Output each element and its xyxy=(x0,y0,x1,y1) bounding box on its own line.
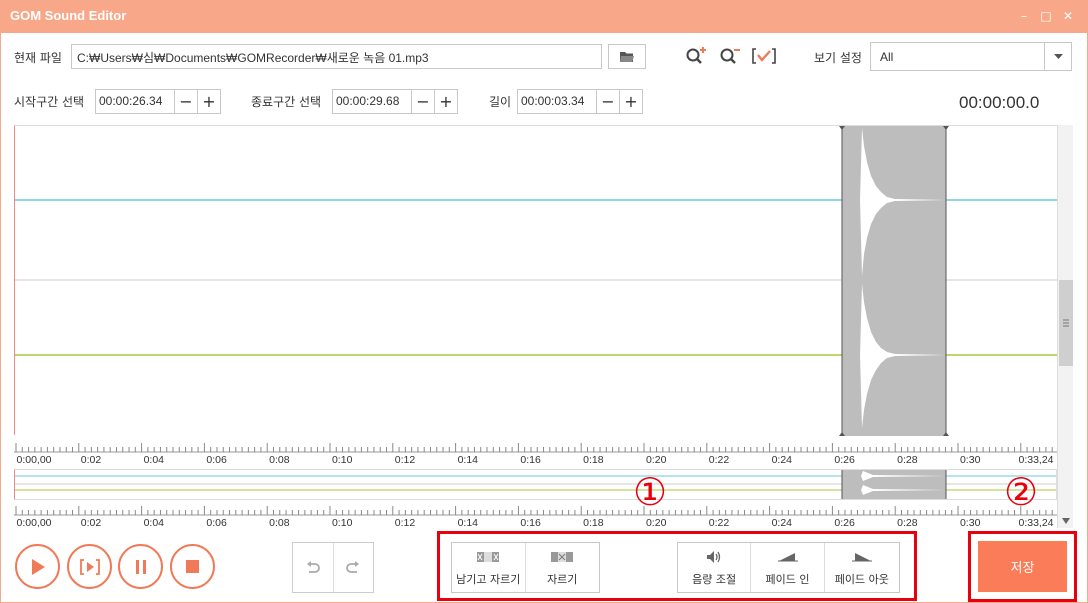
overview-strip[interactable] xyxy=(14,469,1057,500)
ruler-time-label: 0:02 xyxy=(80,454,102,466)
check-bracket-icon[interactable] xyxy=(752,46,776,69)
ruler-time-label: 0:20 xyxy=(645,454,667,466)
stop-icon xyxy=(186,560,199,573)
end-selection-label: 종료구간 선택 xyxy=(251,95,322,109)
ruler-time-label: 0:14 xyxy=(457,454,479,466)
ruler-time-label: 0:16 xyxy=(520,517,541,529)
main-ruler-ticks xyxy=(14,443,1057,453)
ruler-time-label: 0:08 xyxy=(269,454,290,466)
ruler-time-label: 0:10 xyxy=(331,517,353,529)
ruler-time-label: 0:26 xyxy=(834,517,855,529)
zoom-out-icon[interactable] xyxy=(719,46,741,69)
ruler-time-label: 0:02 xyxy=(80,517,102,529)
ruler-time-label: 0:12 xyxy=(394,517,416,529)
ruler-time-label: 0:06 xyxy=(206,454,227,466)
vertical-scrollbar[interactable] xyxy=(1057,125,1073,528)
current-time-display: 00:00:00.0 xyxy=(959,93,1040,112)
highlight-box-1 xyxy=(437,531,917,601)
pause-icon xyxy=(135,559,146,574)
minimize-button[interactable]: – xyxy=(1016,8,1032,24)
length-label: 길이 xyxy=(489,95,512,109)
overview-selection[interactable] xyxy=(842,470,946,499)
ruler-time-label: 0:30 xyxy=(959,454,981,466)
ruler-time-label: 0:04 xyxy=(143,517,165,529)
play-selection-button[interactable] xyxy=(67,544,112,589)
overview-ruler-ticks xyxy=(14,506,1057,516)
view-settings-select[interactable]: All xyxy=(870,42,1072,71)
start-time-field[interactable]: 00:00:26.34 − + xyxy=(95,89,221,114)
ruler-time-label: 0:14 xyxy=(457,517,479,529)
overview-time-ruler[interactable]: 0:00,00 0:02 0:04 0:06 0:08 0:10 0:12 0:14 0:16 0… xyxy=(14,498,1057,532)
ruler-time-label: 0:04 xyxy=(143,454,165,466)
length-minus-button[interactable]: − xyxy=(596,90,619,113)
ruler-time-label: 0:06 xyxy=(206,517,227,529)
ruler-time-label: 0:24 xyxy=(771,454,793,466)
ruler-time-label: 0:18 xyxy=(583,517,604,529)
undo-button[interactable] xyxy=(293,543,334,592)
folder-icon xyxy=(620,52,634,62)
start-plus-button[interactable]: + xyxy=(197,90,220,113)
ruler-time-label: 0:12 xyxy=(394,454,416,466)
scroll-down-icon[interactable] xyxy=(1062,518,1070,524)
ruler-time-label: 0:00,00 xyxy=(16,517,52,529)
scrollbar-thumb[interactable] xyxy=(1059,280,1073,366)
ruler-time-label: 0:00,00 xyxy=(16,454,52,466)
end-minus-button[interactable]: − xyxy=(411,90,434,113)
history-group xyxy=(292,542,374,593)
start-selection-label: 시작구간 선택 xyxy=(14,95,85,109)
ruler-time-label: 0:22 xyxy=(708,517,730,529)
view-settings-value: All xyxy=(880,50,894,64)
title-bar: GOM Sound Editor – □ ✕ xyxy=(1,1,1088,33)
overview-canvas[interactable] xyxy=(15,470,1056,499)
undo-icon xyxy=(306,560,320,573)
ruler-time-label: 0:28 xyxy=(897,454,918,466)
ruler-time-label: 0:16 xyxy=(520,454,541,466)
end-plus-button[interactable]: + xyxy=(434,90,457,113)
selection-region[interactable] xyxy=(842,126,946,436)
waveform-canvas[interactable] xyxy=(15,126,1058,436)
current-file-label: 현재 파일 xyxy=(14,51,62,65)
play-icon xyxy=(31,558,45,575)
file-path-field[interactable]: C:₩Users₩심₩Documents₩GOMRecorder₩새로운 녹음 … xyxy=(71,44,602,69)
highlight-box-2 xyxy=(968,531,1077,602)
open-file-button[interactable] xyxy=(608,44,646,69)
end-time-field[interactable]: 00:00:29.68 − + xyxy=(332,89,458,114)
close-button[interactable]: ✕ xyxy=(1060,8,1076,24)
length-value[interactable]: 00:00:03.34 xyxy=(518,90,596,113)
ruler-time-label: 0:26 xyxy=(834,454,855,466)
ruler-time-label: 0:22 xyxy=(708,454,730,466)
main-time-ruler[interactable]: 0:00,00 0:02 0:04 0:06 0:08 0:10 0:12 0:14 0:16 0… xyxy=(14,435,1057,469)
sound-editor-window: GOM Sound Editor – □ ✕ 현재 파일 C:₩Users₩심₩… xyxy=(0,0,1088,603)
ruler-time-label: 0:28 xyxy=(897,517,918,529)
redo-button[interactable] xyxy=(334,543,374,592)
waveform-area[interactable] xyxy=(14,125,1058,436)
ruler-time-label: 0:20 xyxy=(645,517,667,529)
length-field[interactable]: 00:00:03.34 − + xyxy=(517,89,643,114)
stop-button[interactable] xyxy=(170,544,215,589)
end-time-value[interactable]: 00:00:29.68 xyxy=(333,90,411,113)
ruler-time-label: 0:30 xyxy=(959,517,981,529)
annotation-marker-2: ② xyxy=(1004,470,1039,514)
play-selection-icon xyxy=(79,558,100,575)
play-button[interactable] xyxy=(15,544,60,589)
ruler-time-label: 0:24 xyxy=(771,517,793,529)
ruler-time-label: 0:10 xyxy=(331,454,353,466)
annotation-marker-1: ① xyxy=(633,470,668,514)
redo-icon xyxy=(346,560,360,573)
ruler-time-label: 0:08 xyxy=(269,517,290,529)
start-time-value[interactable]: 00:00:26.34 xyxy=(96,90,174,113)
window-title: GOM Sound Editor xyxy=(10,8,127,23)
ruler-time-label: 0:18 xyxy=(583,454,604,466)
pause-button[interactable] xyxy=(118,544,163,589)
chevron-down-icon[interactable] xyxy=(1044,43,1071,70)
ruler-time-label: 0:33,24 xyxy=(1018,454,1054,466)
start-minus-button[interactable]: − xyxy=(174,90,197,113)
maximize-button[interactable]: □ xyxy=(1038,8,1054,24)
view-settings-label: 보기 설정 xyxy=(814,51,862,65)
zoom-in-icon[interactable] xyxy=(685,46,707,69)
length-plus-button[interactable]: + xyxy=(619,90,642,113)
ruler-time-label: 0:33,24 xyxy=(1018,517,1054,529)
